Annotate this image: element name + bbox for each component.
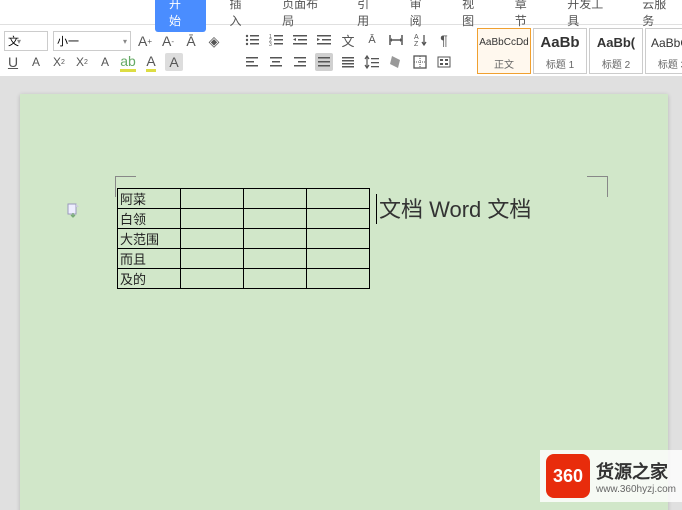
font-color-a-icon[interactable]: A bbox=[27, 53, 45, 71]
underline-icon[interactable]: U bbox=[4, 53, 22, 71]
align-left-icon[interactable] bbox=[243, 53, 261, 71]
sort-icon[interactable]: AZ bbox=[411, 31, 429, 49]
table-row: 及的 bbox=[118, 269, 370, 289]
text-cursor bbox=[376, 194, 377, 224]
increase-font-icon[interactable]: A+ bbox=[136, 32, 154, 50]
show-marks-icon[interactable]: ¶ bbox=[435, 31, 453, 49]
character-scaling-icon[interactable]: A bbox=[96, 53, 114, 71]
table-row: 阿菜 bbox=[118, 189, 370, 209]
font-name-select[interactable]: 文▾ bbox=[4, 31, 48, 51]
tab-reference[interactable]: 引用 bbox=[351, 0, 386, 32]
watermark: 360 货源之家 www.360hyzj.com bbox=[540, 450, 682, 502]
style-normal[interactable]: AaBbCcDd 正文 bbox=[477, 28, 531, 74]
table-row: 而且 bbox=[118, 249, 370, 269]
clear-format-icon[interactable]: ◈ bbox=[205, 32, 223, 50]
document-table[interactable]: 阿菜 白领 大范围 而且 及的 bbox=[117, 188, 370, 289]
ribbon-toolbar: 文▾ 小一▾ A+ A- Ā ◈ U A X2 X2 A ab A A 123 … bbox=[0, 25, 682, 78]
tab-stops-icon[interactable] bbox=[435, 53, 453, 71]
svg-text:Z: Z bbox=[414, 41, 419, 48]
document-page[interactable]: 阿菜 白领 大范围 而且 及的 文档 Word 文档 bbox=[20, 94, 668, 510]
style-heading-2[interactable]: AaBb( 标题 2 bbox=[589, 28, 643, 74]
svg-text:A: A bbox=[414, 34, 419, 41]
shading-icon[interactable] bbox=[387, 53, 405, 71]
tab-layout[interactable]: 页面布局 bbox=[276, 0, 333, 32]
ribbon-tabs: 开始 插入 页面布局 引用 审阅 视图 章节 开发工具 云服务 bbox=[0, 0, 682, 25]
styles-gallery: AaBbCcDd 正文 AaBb 标题 1 AaBb( 标题 2 AaBbC( … bbox=[477, 28, 682, 74]
superscript-icon[interactable]: X2 bbox=[50, 53, 68, 71]
document-title-text[interactable]: 文档 Word 文档 bbox=[379, 192, 531, 224]
document-area: 阿菜 白领 大范围 而且 及的 文档 Word 文档 360 货源之家 www.… bbox=[0, 76, 682, 510]
bullet-list-icon[interactable] bbox=[243, 31, 261, 49]
align-justify-icon[interactable] bbox=[315, 53, 333, 71]
line-spacing-icon[interactable] bbox=[363, 53, 381, 71]
table-row: 白领 bbox=[118, 209, 370, 229]
change-case-icon[interactable]: Ā bbox=[182, 32, 200, 50]
character-shading-icon[interactable]: A bbox=[165, 53, 183, 71]
number-list-icon[interactable]: 123 bbox=[267, 31, 285, 49]
table-row: 大范围 bbox=[118, 229, 370, 249]
font-size-select[interactable]: 小一▾ bbox=[53, 31, 131, 51]
decrease-indent-icon[interactable] bbox=[291, 31, 309, 49]
watermark-url: www.360hyzj.com bbox=[596, 484, 676, 495]
watermark-title: 货源之家 bbox=[596, 458, 676, 484]
asian-layout-icon[interactable]: Ā bbox=[363, 31, 381, 49]
tab-start[interactable]: 开始 bbox=[155, 0, 206, 32]
subscript-icon[interactable]: X2 bbox=[73, 53, 91, 71]
style-heading-3[interactable]: AaBbC( 标题 3 bbox=[645, 28, 682, 74]
borders-icon[interactable] bbox=[411, 53, 429, 71]
text-direction-icon[interactable]: 文 bbox=[339, 31, 357, 49]
highlight-icon[interactable]: ab bbox=[119, 53, 137, 71]
page-break-icon[interactable] bbox=[65, 202, 81, 218]
font-color-icon[interactable]: A bbox=[142, 53, 160, 71]
svg-text:3: 3 bbox=[269, 42, 272, 48]
align-distribute-icon[interactable] bbox=[339, 53, 357, 71]
style-heading-1[interactable]: AaBb 标题 1 bbox=[533, 28, 587, 74]
align-right-icon[interactable] bbox=[291, 53, 309, 71]
watermark-badge-icon: 360 bbox=[546, 454, 590, 498]
fit-text-icon[interactable] bbox=[387, 31, 405, 49]
tab-review[interactable]: 审阅 bbox=[404, 0, 439, 32]
align-center-icon[interactable] bbox=[267, 53, 285, 71]
increase-indent-icon[interactable] bbox=[315, 31, 333, 49]
decrease-font-icon[interactable]: A- bbox=[159, 32, 177, 50]
tab-insert[interactable]: 插入 bbox=[224, 0, 259, 32]
